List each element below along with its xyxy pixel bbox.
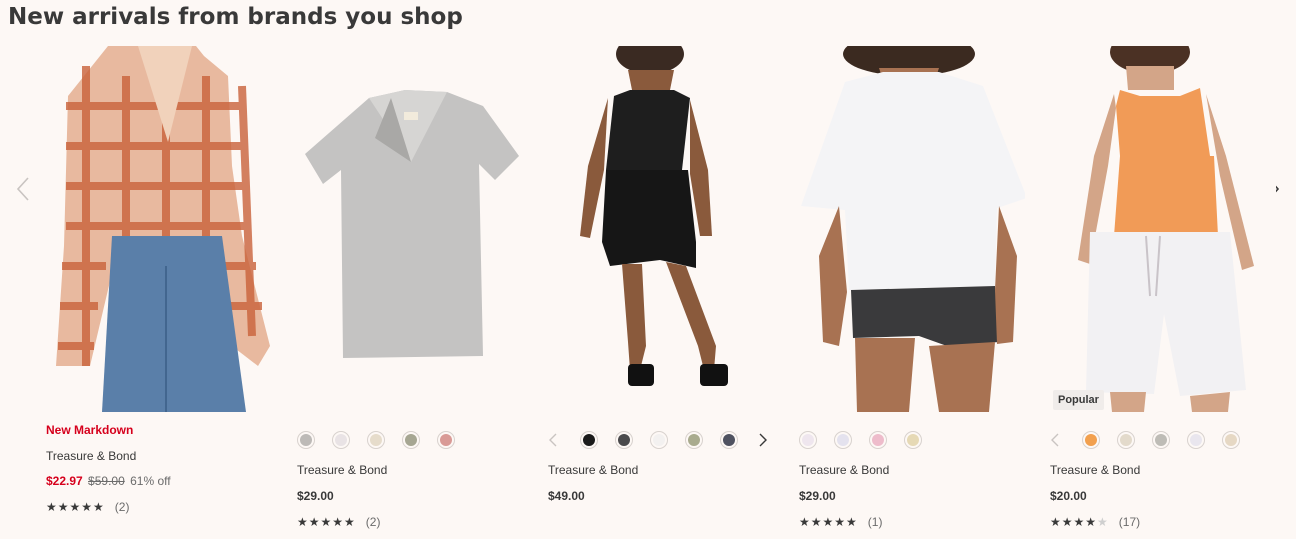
color-swatch[interactable]: [402, 431, 420, 449]
color-swatch[interactable]: [437, 431, 455, 449]
product-brand-link[interactable]: Treasure & Bond: [1050, 463, 1140, 477]
review-count: (1): [867, 515, 883, 529]
original-price: $59.00: [88, 474, 125, 488]
review-count: (2): [365, 515, 381, 529]
color-swatch[interactable]: [904, 431, 922, 449]
product-price: $20.00: [1050, 489, 1087, 503]
color-swatch[interactable]: [1082, 431, 1100, 449]
product-card: New Markdown Treasure & Bond $22.97 $59.…: [46, 46, 272, 536]
product-price: $29.00: [799, 489, 836, 503]
color-swatch[interactable]: [615, 431, 633, 449]
product-image[interactable]: [799, 46, 1025, 412]
color-swatches: [1050, 428, 1257, 452]
color-swatch[interactable]: [1187, 431, 1205, 449]
color-swatch[interactable]: [332, 431, 350, 449]
color-swatches: [297, 428, 472, 452]
color-swatch[interactable]: [720, 431, 738, 449]
product-card: Popular Treasure & Bond $20.00 ★★★★★ (17): [1050, 46, 1276, 536]
product-card: Treasure & Bond $29.00 ★★★★★ (2): [297, 46, 523, 536]
product-image[interactable]: [46, 46, 272, 412]
rating[interactable]: ★★★★★ (2): [46, 500, 129, 514]
color-swatch[interactable]: [1152, 431, 1170, 449]
color-swatch[interactable]: [367, 431, 385, 449]
product-price: $49.00: [548, 489, 585, 503]
rating[interactable]: ★★★★★ (1): [799, 515, 882, 529]
product-brand-link[interactable]: Treasure & Bond: [46, 449, 136, 463]
chevron-left-icon[interactable]: [1050, 432, 1060, 448]
color-swatch[interactable]: [869, 431, 887, 449]
sale-price: $22.97: [46, 474, 83, 488]
product-image[interactable]: [1050, 46, 1276, 412]
chevron-left-icon[interactable]: [548, 432, 558, 448]
color-swatch[interactable]: [580, 431, 598, 449]
color-swatch[interactable]: [799, 431, 817, 449]
markdown-label: New Markdown: [46, 423, 134, 437]
color-swatches: [548, 428, 768, 452]
color-swatch[interactable]: [650, 431, 668, 449]
price-row: $22.97 $59.00 61% off: [46, 474, 171, 488]
section-title: New arrivals from brands you shop: [8, 4, 463, 30]
product-brand-link[interactable]: Treasure & Bond: [548, 463, 638, 477]
product-card: Treasure & Bond $49.00: [548, 46, 774, 536]
chevron-right-icon[interactable]: [758, 432, 768, 448]
star-rating-icon: ★★★★★: [46, 500, 105, 514]
chevron-left-icon: [16, 177, 29, 201]
product-brand-link[interactable]: Treasure & Bond: [297, 463, 387, 477]
review-count: (17): [1118, 515, 1141, 529]
discount-text: 61% off: [130, 474, 171, 488]
review-count: (2): [114, 500, 130, 514]
rating[interactable]: ★★★★★ (2): [297, 515, 380, 529]
color-swatch[interactable]: [1222, 431, 1240, 449]
product-brand-link[interactable]: Treasure & Bond: [799, 463, 889, 477]
color-swatch[interactable]: [834, 431, 852, 449]
product-price: $29.00: [297, 489, 334, 503]
color-swatches: [799, 428, 939, 452]
color-swatch[interactable]: [297, 431, 315, 449]
color-swatch[interactable]: [1117, 431, 1135, 449]
star-rating-icon: ★★★★★: [799, 515, 858, 529]
popular-badge: Popular: [1053, 390, 1104, 410]
product-image[interactable]: [548, 46, 774, 412]
star-rating-icon: ★★★★★: [297, 515, 356, 529]
rating[interactable]: ★★★★★ (17): [1050, 515, 1140, 529]
carousel-prev-button[interactable]: [14, 176, 34, 202]
color-swatch[interactable]: [685, 431, 703, 449]
product-card: Treasure & Bond $29.00 ★★★★★ (1): [799, 46, 1025, 536]
star-rating-icon: ★★★★★: [1050, 515, 1109, 529]
product-image[interactable]: [297, 46, 523, 412]
